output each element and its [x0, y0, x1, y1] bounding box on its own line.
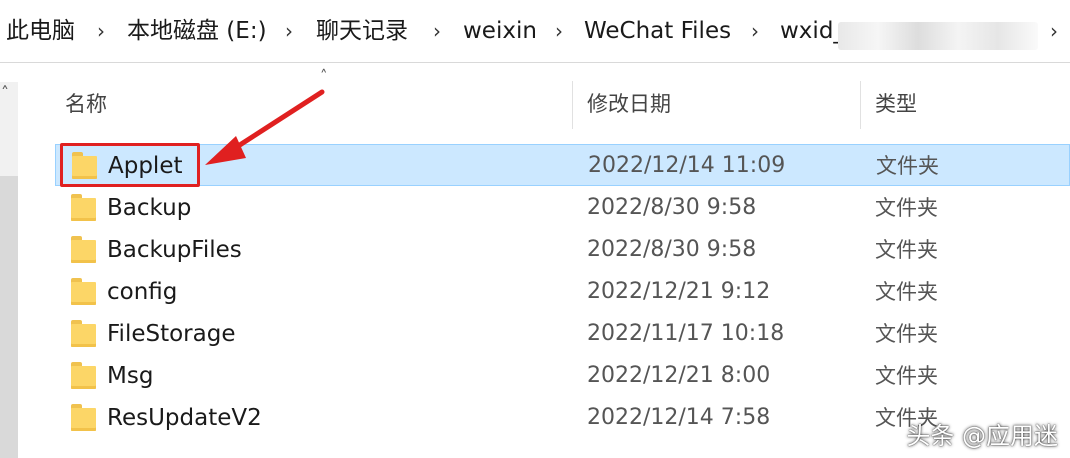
watermark: 头条 @应用迷: [906, 422, 1058, 450]
annotation-arrow-icon: [205, 89, 325, 165]
